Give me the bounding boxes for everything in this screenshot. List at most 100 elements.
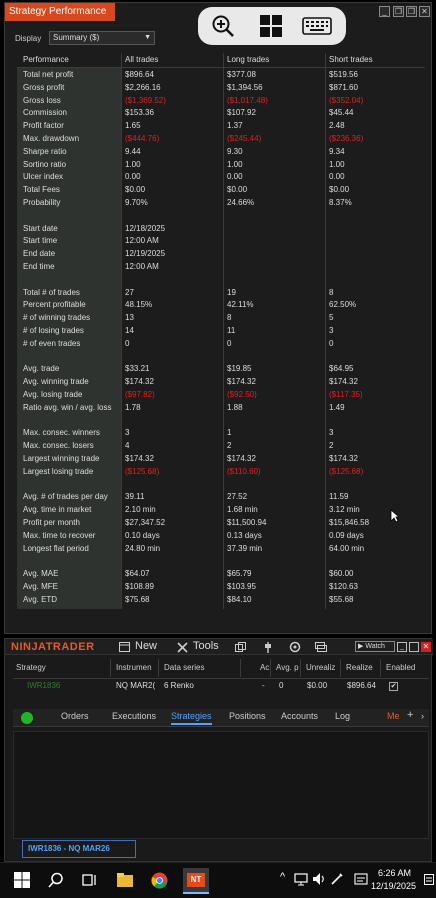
tab-accounts[interactable]: Accounts (281, 711, 318, 721)
nt-close-button[interactable]: ✕ (421, 642, 431, 652)
ninjatrader-taskbar-button[interactable]: NT (183, 868, 209, 894)
metric-label: Percent profitable (23, 300, 86, 310)
grid-header-instrument[interactable]: Instrumen (113, 659, 159, 677)
table-row: Ratio avg. win / avg. loss 1.78 1.88 1.49 (17, 402, 425, 415)
enabled-checkbox[interactable]: ✔ (389, 682, 398, 691)
tab-strategies[interactable]: Strategies (171, 711, 212, 725)
short-trades-value: 1.00 (329, 159, 345, 169)
long-trades-value: 11 (227, 326, 236, 335)
zoom-in-icon[interactable] (210, 14, 236, 38)
table-row: # of winning trades 13 8 5 (17, 312, 425, 325)
short-trades-value: 11.59 (329, 492, 349, 502)
metric-label: Avg. ETD (23, 594, 58, 604)
table-row: Sharpe ratio 9.44 9.30 9.34 (17, 146, 425, 159)
table-row: Max. consec. losers 4 2 2 (17, 440, 425, 453)
chevron-up-icon[interactable]: ^ (280, 871, 285, 883)
clock-date[interactable]: 12/19/2025 (371, 881, 416, 891)
chrome-icon[interactable] (151, 872, 168, 889)
tab-executions[interactable]: Executions (112, 711, 156, 721)
maximize-button[interactable]: ❐ (406, 6, 417, 17)
grid-header-data-series[interactable]: Data series (161, 659, 241, 677)
chevron-right-icon[interactable]: › (421, 711, 424, 721)
input-indicator-icon[interactable] (354, 872, 368, 886)
network-icon[interactable] (294, 872, 308, 886)
tab-messages[interactable]: Me (387, 711, 400, 721)
metric-label: Profit per month (23, 518, 80, 527)
header-long-trades[interactable]: Long trades (227, 53, 269, 67)
grid-cell-avg-price: 0 (279, 681, 284, 690)
grid-header-avg-price[interactable]: Avg. p (273, 659, 301, 677)
table-row: # of even trades 0 0 0 (17, 338, 425, 351)
short-trades-value: 8.37% (329, 198, 352, 207)
task-view-icon[interactable] (82, 872, 98, 888)
nt-minimize-button[interactable]: _ (397, 642, 407, 652)
metric-label: Profit factor (23, 121, 64, 131)
add-tab-icon[interactable]: + (407, 709, 413, 721)
help-icon[interactable] (289, 641, 301, 653)
grid-header-account[interactable]: Ac (257, 659, 271, 677)
all-trades-value: 9.70% (125, 198, 148, 207)
long-trades-value: $0.00 (227, 185, 248, 195)
workspaces-icon[interactable] (235, 642, 246, 652)
watch-button[interactable]: ▶ Watch (355, 641, 395, 652)
file-explorer-icon[interactable] (116, 872, 134, 888)
metric-label: End date (23, 249, 56, 259)
tab-orders[interactable]: Orders (61, 711, 89, 721)
grid-cell-strategy[interactable]: IWR1836 (27, 679, 60, 693)
magnifier-toolbar (198, 7, 346, 45)
short-trades-value: $519.56 (329, 70, 358, 79)
long-trades-value: 1.37 (227, 121, 243, 131)
menu-tools[interactable]: Tools (193, 640, 219, 652)
display-select[interactable]: Summary ($) ▼ (49, 31, 155, 45)
connections-icon[interactable] (263, 642, 273, 653)
nt-maximize-button[interactable] (409, 642, 419, 652)
control-center-menubar: NINJATRADER New Tools ▶ Watch _ ✕ (5, 639, 433, 655)
grid-header-unrealized[interactable]: Unrealiz (303, 659, 341, 677)
search-icon[interactable] (48, 872, 64, 888)
long-trades-value: 37.39 min (227, 543, 263, 553)
close-button[interactable]: ✕ (419, 6, 430, 17)
long-trades-value: $1,394.56 (227, 82, 263, 92)
tab-log[interactable]: Log (335, 711, 350, 721)
chat-icon[interactable] (315, 642, 327, 652)
table-row: Total net profit $896.64 $377.08 $519.56 (17, 69, 425, 82)
windows-start-icon[interactable] (14, 872, 30, 888)
table-row: Gross profit $2,266.16 $1,394.56 $871.60 (17, 82, 425, 95)
header-performance[interactable]: Performance (23, 53, 69, 67)
short-trades-value: ($117.35) (329, 390, 363, 399)
metric-label: Probability (23, 198, 61, 207)
tab-positions[interactable]: Positions (229, 711, 266, 721)
all-trades-value: ($444.76) (125, 134, 160, 143)
short-trades-value: 1.49 (329, 402, 345, 412)
table-row: Profit per month $27,347.52 $11,500.94 $15,… (17, 517, 425, 530)
all-trades-value: 0 (125, 338, 130, 348)
pen-icon[interactable] (330, 872, 344, 886)
grid-header-strategy[interactable]: Strategy (13, 659, 111, 677)
grid-header-realized[interactable]: Realize (343, 659, 381, 677)
all-trades-value: 0.10 days (125, 530, 160, 540)
long-trades-value: ($245.44) (227, 134, 262, 143)
header-short-trades[interactable]: Short trades (329, 53, 373, 67)
restore-button[interactable]: ❐ (393, 6, 404, 17)
long-trades-value: 2 (227, 441, 232, 451)
chart-window-tab[interactable]: IWR1836 - NQ MAR26 (22, 840, 136, 858)
metric-label: Avg. winning trade (23, 377, 89, 387)
keyboard-icon[interactable] (302, 14, 332, 38)
notifications-icon[interactable] (424, 874, 434, 886)
mouse-cursor-icon (390, 509, 400, 523)
all-trades-value: $174.32 (125, 377, 154, 387)
chevron-down-icon: ▼ (144, 34, 151, 41)
metric-label: Largest losing trade (23, 466, 94, 476)
minimize-button[interactable]: _ (379, 6, 390, 17)
short-trades-value: 2.48 (329, 121, 345, 131)
menu-new[interactable]: New (135, 640, 157, 652)
short-trades-value: 62.50% (329, 300, 357, 310)
clock-time[interactable]: 6:26 AM (378, 868, 411, 878)
volume-icon[interactable] (312, 872, 326, 886)
grid-header-enabled[interactable]: Enabled (383, 659, 429, 677)
header-all-trades[interactable]: All trades (125, 53, 158, 67)
short-trades-value: ($236.36) (329, 134, 364, 143)
windows-grid-icon[interactable] (258, 14, 284, 38)
short-trades-value: ($352.04) (329, 95, 364, 105)
long-trades-value: 9.30 (227, 146, 243, 156)
